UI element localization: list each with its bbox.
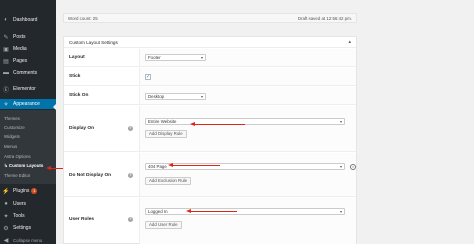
elementor-icon: Ⓔ [2, 87, 9, 94]
sidebar-item-label: Appearance [13, 101, 40, 107]
select-value: 404 Page [148, 164, 167, 169]
help-icon[interactable]: ? [128, 126, 133, 131]
pages-icon: ▤ [3, 58, 9, 65]
stick-label: Stick [69, 74, 81, 79]
chevron-down-icon: ▾ [339, 164, 342, 169]
appearance-icon: ✧ [3, 101, 9, 108]
sidebar-item-tools[interactable]: ✦ Tools [0, 211, 56, 221]
metabox-title: Custom Layout Settings [69, 40, 118, 45]
chevron-down-icon: ▾ [200, 94, 203, 99]
collapse-menu-button[interactable]: ◀ Collapse menu [0, 235, 56, 244]
chevron-down-icon: ▾ [200, 55, 203, 60]
sidebar-item-posts[interactable]: ✎ Posts [0, 32, 56, 42]
sidebar-item-users[interactable]: ● Users [0, 199, 56, 209]
sidebar-item-comments[interactable]: ▬ Comments [0, 68, 56, 78]
sidebar-item-plugins[interactable]: ⚡ Plugins 1 [0, 186, 56, 196]
user-roles-label: User Roles [69, 217, 95, 222]
word-count: Word count: 25 [68, 16, 98, 21]
annotation-arrow-do-not-display-on [168, 163, 220, 167]
display-on-row: Display On ? Entire Website ▾ Add Displa… [64, 106, 356, 152]
stick-on-select[interactable]: Desktop ▾ [145, 93, 206, 100]
select-value: Entire Website [148, 119, 177, 124]
settings-icon: ⚙ [3, 225, 9, 232]
stick-on-field: Desktop ▾ [139, 87, 356, 104]
sidebar-item-media[interactable]: ▣ Media [0, 44, 56, 54]
sidebar-item-label: Users [13, 201, 27, 207]
user-roles-row: User Roles ? Logged In ▾ Add User Rule [64, 198, 356, 244]
submenu-item-customize[interactable]: Customize [4, 124, 25, 131]
draft-saved-status: Draft saved at 12:56:42 pm. [297, 16, 352, 21]
sidebar-item-label: Media [13, 46, 27, 52]
stick-on-label: Stick On [69, 93, 89, 98]
do-not-display-on-label: Do Not Display On [69, 173, 112, 178]
editor-status-bar: Word count: 25 Draft saved at 12:56:42 p… [63, 13, 357, 23]
add-exclusion-rule-button[interactable]: Add Exclusion Rule [145, 177, 192, 185]
stick-checkbox[interactable]: ✓ [145, 74, 151, 80]
pin-icon: ✎ [3, 34, 9, 41]
media-icon: ▣ [3, 46, 9, 53]
layout-label: Layout [69, 55, 85, 60]
chevron-down-icon: ▾ [339, 119, 342, 124]
do-not-display-on-row: Do Not Display On ? 404 Page ▾ × Add Exc… [64, 153, 356, 197]
sidebar-item-settings[interactable]: ⚙ Settings [0, 223, 56, 233]
user-roles-select[interactable]: Logged In ▾ [145, 208, 345, 215]
select-value: Logged In [148, 209, 168, 214]
sidebar-item-label: Settings [13, 225, 32, 231]
sidebar-item-label: Pages [13, 58, 28, 64]
submenu-item-theme-editor[interactable]: Theme Editor [4, 172, 30, 179]
sidebar-item-label: Dashboard [13, 17, 38, 23]
update-count-badge: 1 [31, 188, 38, 194]
chevron-down-icon: ▾ [339, 209, 342, 214]
stick-row: Stick ✓ [64, 68, 356, 86]
select-value: Footer [148, 55, 161, 60]
sidebar-item-dashboard[interactable]: ◐ Dashboard [0, 15, 56, 25]
display-on-field: Entire Website ▾ Add Display Rule [139, 106, 356, 151]
submenu-item-menus[interactable]: Menus [4, 143, 17, 150]
dashboard-icon: ◐ [4, 17, 8, 23]
admin-sidebar: ◐ Dashboard ✎ Posts ▣ Media ▤ Pages ▬ Co… [0, 0, 57, 244]
layout-row: Layout Footer ▾ [64, 49, 356, 67]
collapse-toggle-icon[interactable]: ▴ [348, 39, 351, 45]
plugins-icon: ⚡ [2, 188, 10, 195]
metabox-header: Custom Layout Settings ▴ [64, 37, 356, 48]
sidebar-item-elementor[interactable]: Ⓔ Elementor [0, 84, 56, 94]
stick-field: ✓ [139, 68, 356, 85]
appearance-submenu: Themes Customize Widgets Menus Astra Opt… [0, 110, 56, 184]
submenu-item-widgets[interactable]: Widgets [4, 133, 20, 140]
sidebar-item-label: Posts [13, 34, 26, 40]
remove-rule-icon[interactable]: × [350, 164, 356, 170]
tools-icon: ✦ [3, 213, 9, 220]
help-icon[interactable]: ? [128, 217, 133, 222]
add-user-rule-button[interactable]: Add User Rule [145, 221, 182, 229]
help-icon[interactable]: ? [128, 173, 133, 178]
user-roles-field: Logged In ▾ Add User Rule [139, 198, 356, 244]
submenu-item-custom-layouts[interactable]: ↳ Custom Layouts [4, 162, 43, 169]
select-value: Desktop [148, 94, 165, 99]
sidebar-item-label: Plugins [13, 188, 30, 194]
annotation-arrow-display-on [190, 122, 245, 126]
sidebar-item-label: Comments [13, 70, 38, 76]
sidebar-item-label: Elementor [13, 86, 36, 92]
submenu-item-astra-options[interactable]: Astra Options [4, 153, 31, 160]
sidebar-item-pages[interactable]: ▤ Pages [0, 56, 56, 66]
submenu-item-label: Custom Layouts [8, 163, 44, 168]
collapse-menu-label: Collapse menu [13, 237, 43, 243]
collapse-icon: ◀ [3, 237, 9, 244]
sidebar-item-appearance[interactable]: ✧ Appearance [0, 99, 56, 109]
users-icon: ● [4, 201, 8, 207]
layout-select[interactable]: Footer ▾ [145, 54, 206, 61]
display-on-select[interactable]: Entire Website ▾ [145, 118, 345, 125]
sidebar-item-label: Tools [13, 213, 25, 219]
submenu-item-themes[interactable]: Themes [4, 115, 20, 122]
stick-on-row: Stick On Desktop ▾ [64, 87, 356, 105]
add-display-rule-button[interactable]: Add Display Rule [145, 130, 187, 138]
do-not-display-on-field: 404 Page ▾ × Add Exclusion Rule [139, 153, 356, 196]
layout-field: Footer ▾ [139, 49, 356, 66]
annotation-arrow-user-roles [186, 209, 237, 213]
comments-icon: ▬ [3, 70, 9, 76]
display-on-label: Display On [69, 126, 95, 131]
